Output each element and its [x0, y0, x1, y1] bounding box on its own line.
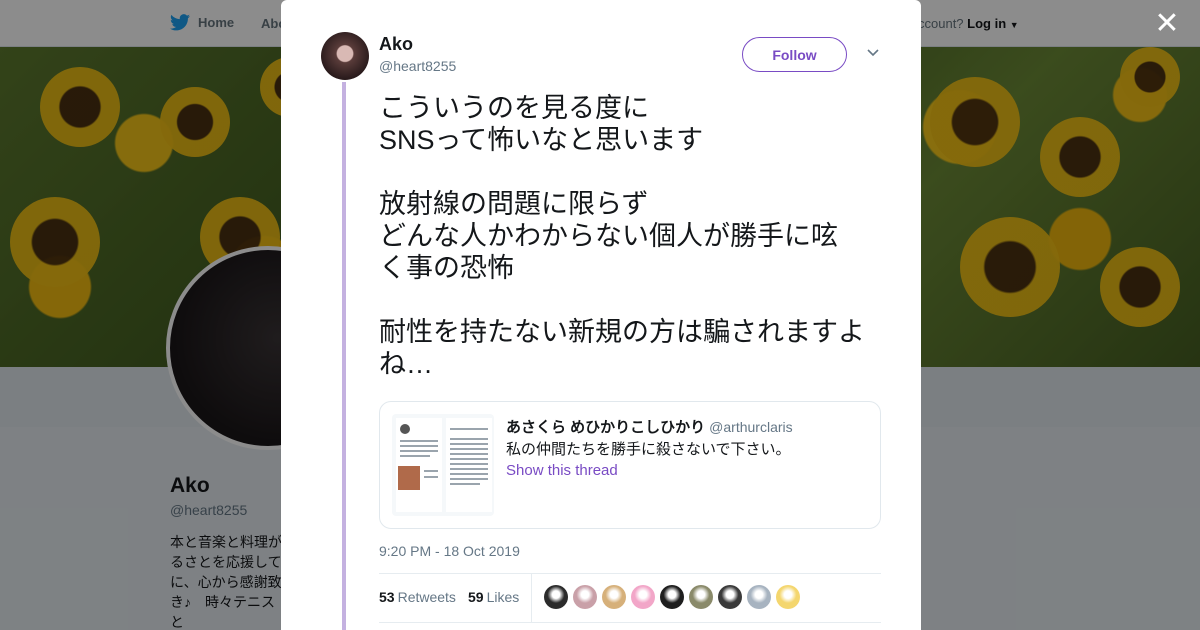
- liker-avatar[interactable]: [660, 585, 684, 609]
- liker-avatar[interactable]: [631, 585, 655, 609]
- retweets-count: 53: [379, 589, 395, 605]
- likes-stat[interactable]: 59 Likes: [468, 589, 519, 605]
- likes-label: Likes: [486, 589, 520, 605]
- quoted-author-handle: @arthurclaris: [709, 419, 793, 435]
- retweets-stat[interactable]: 53 Retweets: [379, 589, 456, 605]
- thread-line: [342, 82, 346, 630]
- likes-count: 59: [468, 589, 484, 605]
- author-name[interactable]: Ako: [379, 34, 413, 55]
- liker-avatar[interactable]: [573, 585, 597, 609]
- liker-avatar[interactable]: [718, 585, 742, 609]
- quoted-tweet-image: [392, 414, 494, 516]
- quoted-author: あさくら めひかりこしひかり @arthurclaris: [506, 416, 793, 437]
- quoted-author-name: あさくら めひかりこしひかり: [506, 419, 706, 436]
- show-thread-link[interactable]: Show this thread: [506, 462, 618, 479]
- liker-avatar[interactable]: [747, 585, 771, 609]
- tweet-stats: 53 Retweets 59 Likes: [379, 573, 881, 623]
- liker-avatars: [544, 585, 800, 609]
- liker-avatar[interactable]: [602, 585, 626, 609]
- tweet-timestamp[interactable]: 9:20 PM - 18 Oct 2019: [379, 543, 520, 559]
- chevron-down-icon[interactable]: [865, 44, 881, 60]
- tweet-modal: Ako @heart8255 Follow こういうのを見る度に SNSって怖い…: [281, 0, 921, 630]
- quoted-tweet[interactable]: あさくら めひかりこしひかり @arthurclaris 私の仲間たちを勝手に殺さ…: [379, 401, 881, 529]
- avatar[interactable]: [321, 32, 369, 80]
- follow-button[interactable]: Follow: [742, 37, 847, 72]
- tweet-text: こういうのを見る度に SNSって怖いなと思います 放射線の問題に限らず どんな人…: [379, 93, 865, 379]
- liker-avatar[interactable]: [689, 585, 713, 609]
- author-handle[interactable]: @heart8255: [379, 58, 456, 74]
- liker-avatar[interactable]: [776, 585, 800, 609]
- close-icon[interactable]: ✕: [1152, 9, 1182, 40]
- stats-divider: [531, 574, 532, 622]
- liker-avatar[interactable]: [544, 585, 568, 609]
- retweets-label: Retweets: [397, 589, 456, 605]
- quoted-tweet-text: 私の仲間たちを勝手に殺さないで下さい。: [506, 441, 791, 458]
